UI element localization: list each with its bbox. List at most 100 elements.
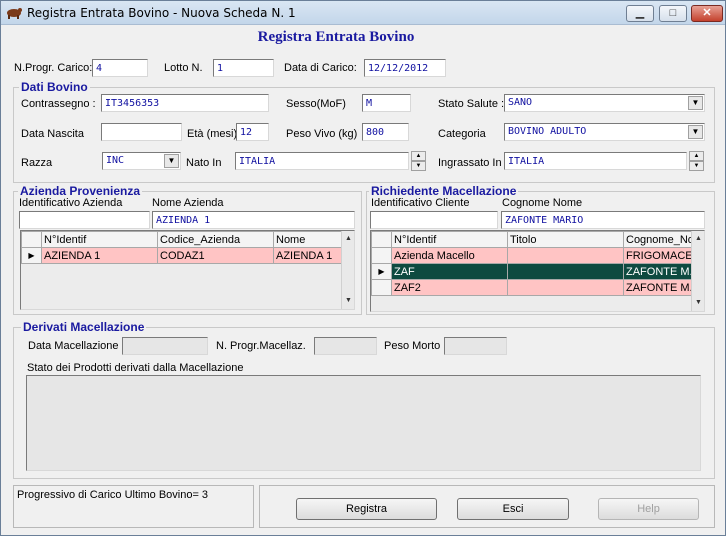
- ingrassato-field[interactable]: ITALIA: [504, 152, 687, 170]
- data-carico-field[interactable]: 12/12/2012: [364, 59, 446, 77]
- categoria-label: Categoria: [438, 128, 486, 140]
- azienda-nome-field[interactable]: AZIENDA 1: [152, 211, 355, 229]
- cognome-nome-field[interactable]: ZAFONTE MARIO: [501, 211, 705, 229]
- grid-corner: [21, 231, 42, 248]
- data-macellazione-field: [122, 337, 208, 355]
- chevron-down-icon[interactable]: ▼: [688, 125, 703, 139]
- stato-salute-label: Stato Salute :: [438, 98, 505, 110]
- close-icon: ✕: [702, 7, 712, 19]
- peso-vivo-field[interactable]: 800: [362, 123, 409, 141]
- table-cell[interactable]: [507, 279, 624, 296]
- close-button[interactable]: ✕: [691, 5, 723, 22]
- help-button: Help: [598, 498, 699, 520]
- peso-morto-field: [444, 337, 507, 355]
- column-header[interactable]: Cognome_No: [623, 231, 692, 248]
- table-cell[interactable]: ZAF2: [391, 279, 508, 296]
- column-header[interactable]: Nome: [273, 231, 342, 248]
- lotto-label: Lotto N.: [164, 62, 203, 74]
- maximize-button[interactable]: □: [659, 5, 687, 22]
- cow-app-icon: [7, 8, 22, 19]
- peso-morto-label: Peso Morto: [384, 340, 441, 352]
- stato-salute-select[interactable]: SANO ▼: [504, 94, 705, 112]
- table-cell[interactable]: AZIENDA 1: [273, 247, 342, 264]
- eta-field[interactable]: 12: [236, 123, 269, 141]
- chevron-down-icon[interactable]: ▼: [688, 96, 703, 110]
- nprog-label: N.Progr. Carico:: [14, 62, 93, 74]
- table-cell[interactable]: CODAZ1: [157, 247, 274, 264]
- page-title: Registra Entrata Bovino: [257, 29, 415, 45]
- cliente-id-label: Identificativo Cliente: [371, 197, 470, 209]
- peso-vivo-label: Peso Vivo (kg): [286, 128, 358, 140]
- nato-in-label: Nato In: [186, 157, 222, 169]
- table-cell[interactable]: FRIGOMACE: [623, 247, 692, 264]
- window-title: Registra Entrata Bovino - Nuova Scheda N…: [27, 6, 296, 20]
- title-bar: Registra Entrata Bovino - Nuova Scheda N…: [1, 1, 725, 25]
- scroll-down-icon[interactable]: ▼: [342, 294, 354, 308]
- scroll-down-icon[interactable]: ▼: [692, 296, 704, 310]
- contrassegno-field[interactable]: IT3456353: [101, 94, 269, 112]
- azienda-id-field[interactable]: [19, 211, 150, 229]
- lotto-field[interactable]: 1: [213, 59, 274, 77]
- table-cell[interactable]: Azienda Macello: [391, 247, 508, 264]
- categoria-select[interactable]: BOVINO ADULTO ▼: [504, 123, 705, 141]
- data-macellazione-label: Data Macellazione: [28, 340, 119, 352]
- up-arrow-icon[interactable]: ▲: [689, 151, 704, 161]
- minimize-button[interactable]: ▁: [626, 5, 654, 22]
- up-arrow-icon[interactable]: ▲: [411, 151, 426, 161]
- richiedente-vertical-scrollbar[interactable]: ▲ ▼: [691, 231, 704, 311]
- azienda-title: Azienda Provenienza: [18, 184, 143, 198]
- ingrassato-spinner[interactable]: ▲ ▼: [689, 151, 704, 171]
- sesso-field[interactable]: M: [362, 94, 411, 112]
- data-nascita-field[interactable]: [101, 123, 182, 141]
- registra-button[interactable]: Registra: [296, 498, 437, 520]
- nato-in-field[interactable]: ITALIA: [235, 152, 409, 170]
- down-arrow-icon[interactable]: ▼: [411, 161, 426, 171]
- azienda-grid-header: N°Identif Codice_Azienda Nome: [21, 231, 342, 248]
- scroll-up-icon[interactable]: ▲: [342, 232, 354, 246]
- table-cell[interactable]: ZAF: [391, 263, 508, 280]
- grid-corner: [371, 231, 392, 248]
- razza-label: Razza: [21, 157, 53, 169]
- sesso-label: Sesso(MoF): [286, 98, 346, 110]
- status-text: Progressivo di Carico Ultimo Bovino= 3: [17, 489, 209, 501]
- table-cell[interactable]: AZIENDA 1: [41, 247, 158, 264]
- richiedente-grid[interactable]: N°Identif Titolo Cognome_No Azienda Mace…: [370, 230, 705, 312]
- dati-bovino-title: Dati Bovino: [19, 80, 90, 94]
- column-header[interactable]: N°Identif: [41, 231, 158, 248]
- nato-in-spinner[interactable]: ▲ ▼: [411, 151, 426, 171]
- table-row[interactable]: ▶ AZIENDA 1 CODAZ1 AZIENDA 1: [21, 247, 342, 264]
- row-indicator: [371, 247, 392, 264]
- column-header[interactable]: N°Identif: [391, 231, 508, 248]
- stato-prodotti-label: Stato dei Prodotti derivati dalla Macell…: [27, 362, 244, 374]
- table-row[interactable]: Azienda Macello FRIGOMACE: [371, 247, 692, 264]
- categoria-value: BOVINO ADULTO: [508, 126, 587, 137]
- minimize-icon: ▁: [635, 7, 645, 19]
- table-cell[interactable]: [507, 263, 624, 280]
- razza-value: INC: [106, 155, 125, 166]
- azienda-vertical-scrollbar[interactable]: ▲ ▼: [341, 231, 354, 309]
- azienda-grid[interactable]: N°Identif Codice_Azienda Nome ▶ AZIENDA …: [20, 230, 355, 310]
- esci-button[interactable]: Esci: [457, 498, 569, 520]
- table-cell[interactable]: [507, 247, 624, 264]
- column-header[interactable]: Titolo: [507, 231, 624, 248]
- table-row[interactable]: ZAF2 ZAFONTE M.: [371, 279, 692, 296]
- stato-salute-value: SANO: [508, 97, 533, 108]
- row-indicator-icon: ▶: [21, 247, 42, 264]
- scroll-up-icon[interactable]: ▲: [692, 232, 704, 246]
- table-row-selected[interactable]: ▶ ZAF ZAFONTE M.: [371, 263, 692, 280]
- down-arrow-icon[interactable]: ▼: [689, 161, 704, 171]
- azienda-id-label: Identificativo Azienda: [19, 197, 123, 209]
- data-carico-label: Data di Carico:: [284, 62, 357, 74]
- eta-label: Età (mesi): [187, 128, 238, 140]
- contrassegno-label: Contrassegno :: [21, 98, 96, 110]
- stato-prodotti-textarea: [26, 375, 701, 471]
- table-cell[interactable]: ZAFONTE M.: [623, 263, 692, 280]
- nprog-field[interactable]: 4: [92, 59, 148, 77]
- razza-select[interactable]: INC ▼: [102, 152, 181, 170]
- table-cell[interactable]: ZAFONTE M.: [623, 279, 692, 296]
- cliente-id-field[interactable]: [370, 211, 498, 229]
- column-header[interactable]: Codice_Azienda: [157, 231, 274, 248]
- nprog-macellaz-field: [314, 337, 377, 355]
- chevron-down-icon[interactable]: ▼: [164, 154, 179, 168]
- app-window: Registra Entrata Bovino - Nuova Scheda N…: [0, 0, 726, 536]
